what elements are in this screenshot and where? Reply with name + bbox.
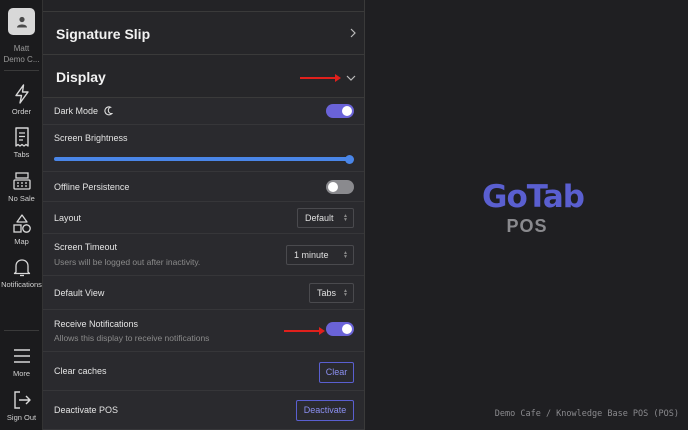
nav-map[interactable]: Map — [0, 213, 43, 246]
annotation-arrow — [300, 74, 341, 82]
setting-dark-mode: Dark Mode — [43, 98, 364, 125]
receive-notifications-label: Receive Notifications — [54, 319, 139, 329]
screen-timeout-label: Screen Timeout — [54, 242, 118, 252]
shapes-icon — [12, 214, 31, 233]
user-name: Matt — [13, 44, 30, 53]
nav-sign-out-label: Sign Out — [6, 413, 37, 422]
dark-mode-label: Dark Mode — [54, 106, 99, 116]
receipt-icon — [14, 127, 29, 147]
setting-default-view: Default View Tabs ▲ ▼ — [43, 276, 364, 310]
screen-timeout-select[interactable]: 1 minute ▲ ▼ — [286, 245, 354, 265]
nav-rail: Matt Demo C... Order Tabs No Sale Map No… — [0, 0, 43, 430]
footer-location: Demo Cafe / Knowledge Base POS (POS) — [494, 409, 679, 419]
bell-icon — [13, 259, 30, 277]
chevron-down-icon — [346, 75, 356, 81]
setting-layout: Layout Default ▲ ▼ — [43, 202, 364, 234]
receive-notifications-description: Allows this display to receive notificat… — [54, 333, 210, 343]
section-title: Display — [56, 69, 106, 85]
default-view-select[interactable]: Tabs ▲ ▼ — [309, 283, 354, 303]
settings-panel: Signature Slip Display Dark Mode Screen … — [43, 0, 365, 430]
moon-icon — [104, 106, 113, 116]
clear-caches-button[interactable]: Clear — [319, 362, 354, 383]
toggle-knob — [342, 324, 352, 334]
setting-clear-caches: Clear caches Clear — [43, 352, 364, 391]
hamburger-menu-icon — [13, 349, 30, 363]
brightness-slider-handle[interactable] — [345, 154, 354, 164]
nav-more[interactable]: More — [0, 345, 43, 378]
logo-wordmark: GoTab — [482, 179, 585, 215]
toggle-knob — [342, 106, 352, 116]
screen-timeout-select-value: 1 minute — [294, 250, 329, 260]
setting-deactivate-pos: Deactivate POS Deactivate — [43, 391, 364, 430]
annotation-arrow — [284, 327, 325, 335]
nav-notifications-label: Notifications — [1, 280, 42, 289]
logo-product: POS — [506, 216, 548, 236]
nav-map-label: Map — [14, 237, 29, 246]
deactivate-pos-label: Deactivate POS — [54, 405, 119, 415]
clear-caches-label: Clear caches — [54, 366, 107, 376]
select-arrows-icon: ▲ ▼ — [343, 250, 348, 260]
rail-divider — [4, 70, 39, 71]
nav-notifications[interactable]: Notifications — [0, 256, 43, 289]
setting-screen-brightness: Screen Brightness — [43, 125, 364, 172]
setting-receive-notifications: Receive Notifications Allows this displa… — [43, 310, 364, 352]
cash-register-icon — [12, 172, 31, 190]
default-view-label: Default View — [54, 288, 105, 298]
nav-sign-out[interactable]: Sign Out — [0, 389, 43, 422]
layout-select[interactable]: Default ▲ ▼ — [297, 208, 354, 228]
receive-notifications-toggle[interactable] — [326, 322, 354, 336]
section-title: Signature Slip — [56, 26, 151, 42]
sign-out-icon — [13, 391, 31, 409]
setting-offline-persistence: Offline Persistence — [43, 172, 364, 202]
layout-select-value: Default — [305, 213, 334, 223]
section-display[interactable]: Display — [43, 55, 364, 98]
dark-mode-toggle[interactable] — [326, 104, 354, 118]
toggle-knob — [328, 182, 338, 192]
nav-no-sale-label: No Sale — [8, 194, 35, 203]
select-arrows-icon: ▲ ▼ — [343, 213, 348, 223]
section-signature-slip[interactable]: Signature Slip — [43, 11, 364, 55]
select-arrows-icon: ▲ ▼ — [343, 288, 348, 298]
rail-divider — [4, 330, 39, 331]
layout-label: Layout — [54, 213, 82, 223]
nav-tabs-label: Tabs — [13, 150, 30, 159]
chevron-right-icon — [350, 28, 356, 38]
deactivate-pos-button[interactable]: Deactivate — [296, 400, 354, 421]
user-icon — [16, 16, 27, 27]
gotab-logo: GoTab POS — [482, 179, 585, 244]
setting-screen-timeout: Screen Timeout Users will be logged out … — [43, 234, 364, 276]
screen-timeout-description: Users will be logged out after inactivit… — [54, 257, 201, 267]
nav-tabs[interactable]: Tabs — [0, 126, 43, 159]
lightning-icon — [14, 84, 29, 104]
offline-persistence-toggle[interactable] — [326, 180, 354, 194]
screen-brightness-label: Screen Brightness — [54, 133, 128, 143]
nav-more-label: More — [12, 369, 31, 378]
default-view-select-value: Tabs — [317, 288, 337, 298]
nav-order[interactable]: Order — [0, 83, 43, 116]
avatar[interactable] — [8, 8, 35, 35]
nav-order-label: Order — [11, 107, 32, 116]
offline-persistence-label: Offline Persistence — [54, 182, 130, 192]
brightness-slider[interactable] — [54, 157, 350, 161]
user-org: Demo C... — [3, 55, 40, 64]
nav-no-sale[interactable]: No Sale — [0, 170, 43, 203]
